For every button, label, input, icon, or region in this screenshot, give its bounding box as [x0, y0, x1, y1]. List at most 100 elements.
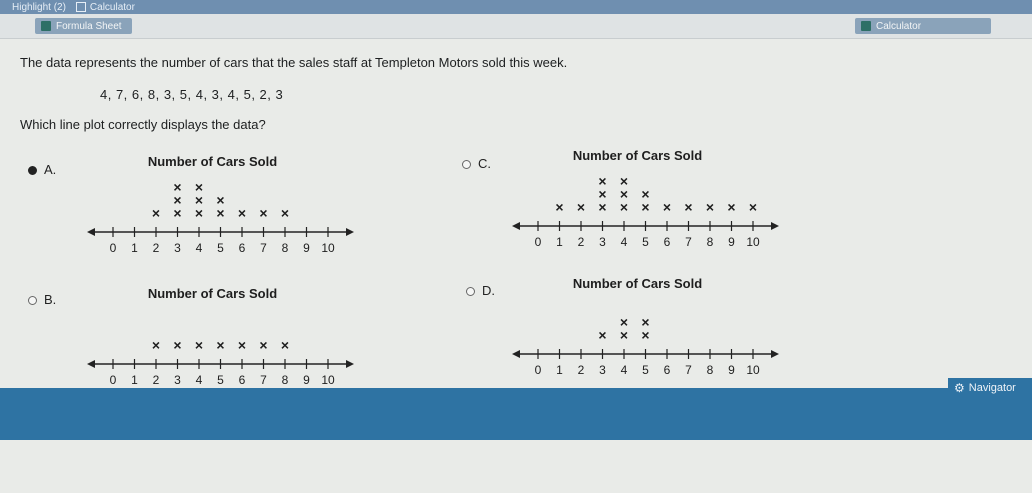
tick-label: 5	[217, 241, 224, 255]
option-d-label: D.	[482, 283, 495, 298]
calculator-icon	[861, 21, 871, 31]
tick-label: 5	[217, 373, 224, 387]
tick-label: 0	[110, 241, 117, 255]
tick-label: 6	[664, 235, 671, 249]
tick-label: 10	[746, 235, 760, 249]
tick-label: 5	[642, 363, 649, 377]
data-mark: ×	[577, 199, 585, 215]
data-mark: ×	[259, 337, 267, 353]
plot-title: Number of Cars Sold	[148, 286, 277, 301]
right-arrow-icon	[346, 360, 354, 368]
tick-label: 7	[685, 235, 692, 249]
option-b-radio[interactable]	[28, 296, 37, 305]
tick-label: 3	[599, 363, 606, 377]
tick-label: 2	[153, 241, 160, 255]
right-arrow-icon	[346, 228, 354, 236]
data-mark: ×	[216, 337, 224, 353]
tick-label: 10	[321, 241, 335, 255]
tick-label: 2	[578, 363, 585, 377]
data-mark: ×	[238, 205, 246, 221]
tick-label: 9	[303, 241, 310, 255]
bottom-bar	[0, 388, 1032, 440]
option-c-radio[interactable]	[462, 160, 471, 169]
option-c-label: C.	[478, 156, 491, 171]
data-mark: ×	[195, 337, 203, 353]
line-plot-b: Number of Cars Sold 0 1 2 3 4 5 6 7 8 9 10 × × × × × × ×	[78, 282, 368, 392]
tick-label: 4	[621, 235, 628, 249]
highlight-tool[interactable]: Highlight (2)	[12, 2, 66, 13]
tick-label: 10	[321, 373, 335, 387]
formula-sheet-button[interactable]: Formula Sheet	[35, 18, 132, 34]
calculator-button[interactable]: Calculator	[855, 18, 991, 34]
calculator-tool[interactable]: Calculator	[75, 1, 135, 13]
tick-label: 3	[174, 241, 181, 255]
tick-label: 9	[728, 235, 735, 249]
data-mark: ×	[706, 199, 714, 215]
tick-label: 2	[153, 373, 160, 387]
tick-label: 4	[621, 363, 628, 377]
data-mark: ×	[281, 205, 289, 221]
data-mark: ×	[173, 337, 181, 353]
tick-label: 1	[131, 373, 138, 387]
left-arrow-icon	[512, 350, 520, 358]
tick-label: 4	[196, 241, 203, 255]
data-mark: ×	[173, 179, 181, 195]
tick-label: 6	[239, 373, 246, 387]
tick-label: 3	[599, 235, 606, 249]
question-ask: Which line plot correctly displays the d…	[20, 117, 266, 132]
option-a-label: A.	[44, 162, 57, 177]
formula-sheet-icon	[41, 21, 51, 31]
tick-label: 3	[174, 373, 181, 387]
tick-label: 4	[196, 373, 203, 387]
line-plot-a: Number of Cars Sold 0 1 2 3 4 5 6 7 8 9 10 × × × × × × × × ×…	[78, 150, 368, 260]
tick-label: 10	[746, 363, 760, 377]
line-plot-c: Number of Cars Sold 0 1 2 3 4 5 6 7 8 9 10 × × × × × × × × ×…	[503, 144, 793, 254]
data-mark: ×	[727, 199, 735, 215]
data-mark: ×	[598, 173, 606, 189]
tick-label: 1	[556, 235, 563, 249]
option-d-radio[interactable]	[466, 287, 475, 296]
toolbar: Formula Sheet Calculator	[0, 14, 1032, 39]
data-mark: ×	[749, 199, 757, 215]
tick-label: 8	[282, 373, 289, 387]
tick-label: 8	[282, 241, 289, 255]
data-list: 4, 7, 6, 8, 3, 5, 4, 3, 4, 5, 2, 3	[100, 87, 284, 102]
tick-label: 1	[556, 363, 563, 377]
data-mark: ×	[216, 192, 224, 208]
line-plot-d: Number of Cars Sold 0 1 2 3 4 5 6 7 8 9 10 × × × × ×	[503, 272, 793, 382]
plot-title: Number of Cars Sold	[573, 148, 702, 163]
navigator-button[interactable]: ⚙ Navigator	[948, 378, 1032, 398]
calculator-icon	[75, 1, 86, 12]
data-mark: ×	[238, 337, 246, 353]
left-arrow-icon	[512, 222, 520, 230]
tick-label: 8	[707, 235, 714, 249]
left-arrow-icon	[87, 228, 95, 236]
tick-label: 9	[303, 373, 310, 387]
left-arrow-icon	[87, 360, 95, 368]
data-mark: ×	[195, 179, 203, 195]
option-b-label: B.	[44, 292, 57, 307]
tick-label: 2	[578, 235, 585, 249]
tick-label: 7	[685, 363, 692, 377]
tick-label: 0	[535, 235, 542, 249]
data-mark: ×	[598, 327, 606, 343]
app-top-bar: Highlight (2) Calculator	[0, 0, 1032, 14]
tick-label: 7	[260, 241, 267, 255]
data-mark: ×	[620, 173, 628, 189]
tick-label: 9	[728, 363, 735, 377]
option-a-radio[interactable]	[28, 166, 37, 175]
data-mark: ×	[555, 199, 563, 215]
data-mark: ×	[663, 199, 671, 215]
data-mark: ×	[281, 337, 289, 353]
data-mark: ×	[259, 205, 267, 221]
tick-label: 8	[707, 363, 714, 377]
tick-label: 6	[664, 363, 671, 377]
tick-label: 5	[642, 235, 649, 249]
plot-title: Number of Cars Sold	[148, 154, 277, 169]
data-mark: ×	[152, 337, 160, 353]
data-mark: ×	[684, 199, 692, 215]
data-mark: ×	[152, 205, 160, 221]
data-mark: ×	[641, 186, 649, 202]
tick-label: 6	[239, 241, 246, 255]
tick-label: 1	[131, 241, 138, 255]
